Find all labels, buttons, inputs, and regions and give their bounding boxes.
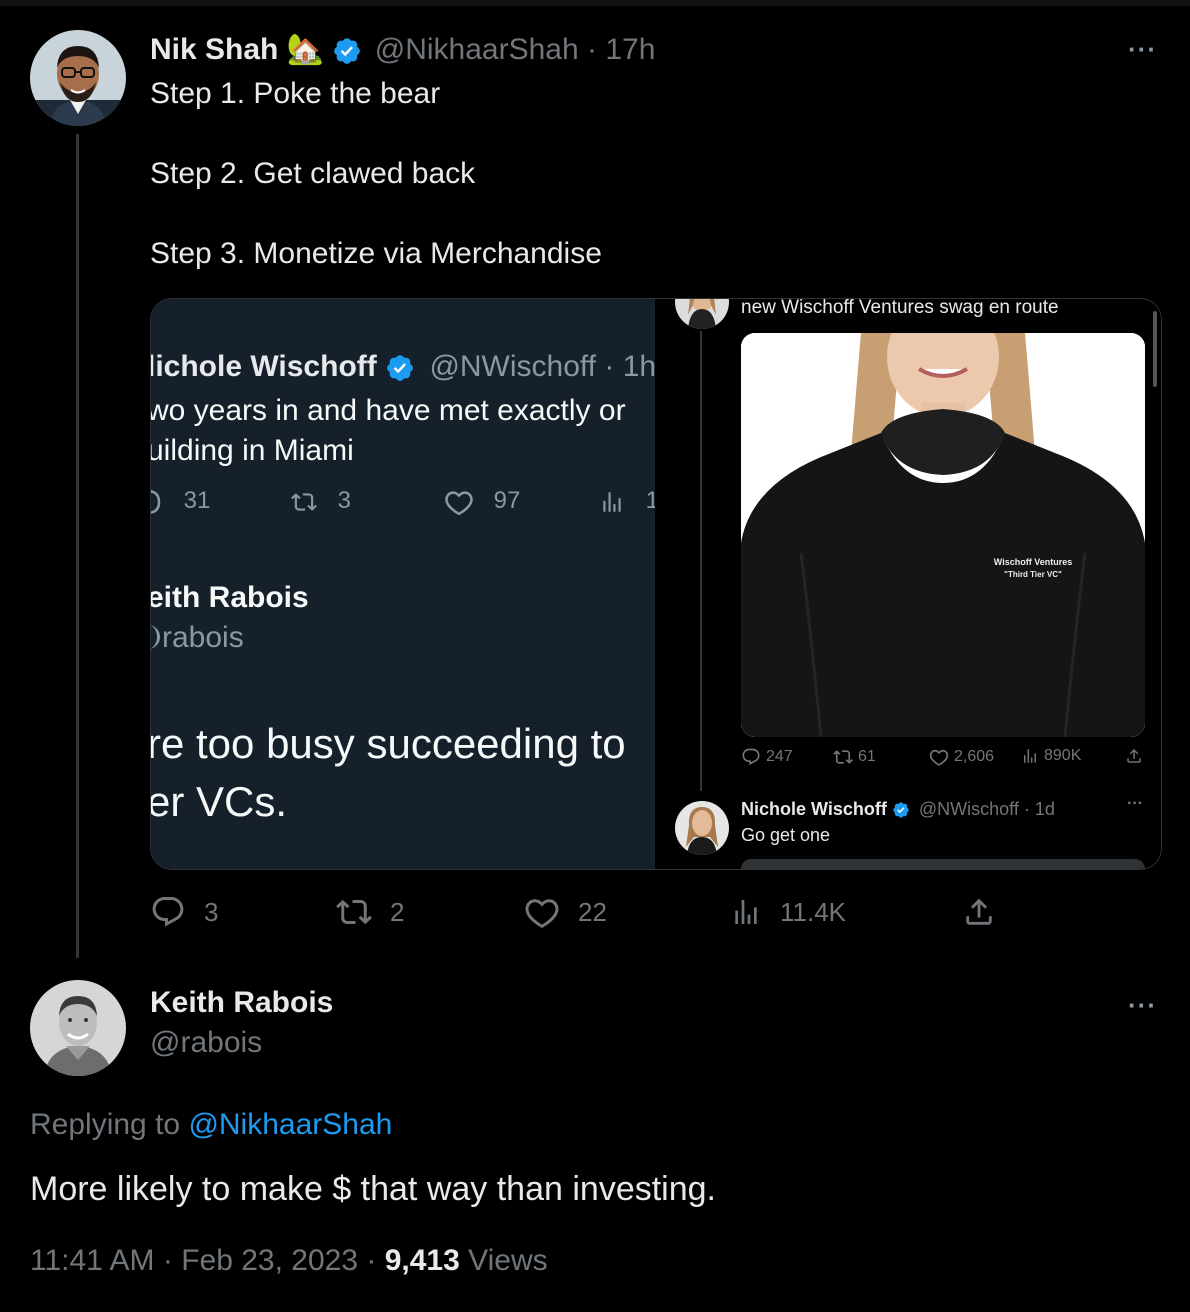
screenshot-text-line: uilding in Miami bbox=[151, 434, 354, 467]
screenshot-right-image: new Wischoff Ventures swag en route Wisc… bbox=[655, 299, 1161, 869]
screenshot-reply-author: eith Rabois bbox=[151, 581, 309, 614]
screenshot-thread-line bbox=[700, 331, 702, 791]
time-separator: · bbox=[587, 33, 598, 66]
screenshot-right-views-stat: 890K bbox=[1021, 747, 1081, 765]
heart-icon bbox=[445, 491, 473, 516]
views-icon bbox=[735, 900, 757, 924]
screenshot-author-handle: @NWischoff · 1h bbox=[429, 350, 655, 383]
tweet-text-line: Step 1. Poke the bear bbox=[150, 77, 441, 110]
screenshot-right-reply-text: Go get one bbox=[741, 825, 831, 845]
screenshot-more-icon: ··· bbox=[1127, 795, 1143, 812]
retweet-icon bbox=[336, 899, 372, 925]
screenshot-caption: new Wischoff Ventures swag en route bbox=[741, 299, 1059, 318]
nichole-avatar-small bbox=[675, 299, 729, 329]
reply-button[interactable]: 3 bbox=[150, 890, 218, 934]
views-count: 9,413 bbox=[384, 1244, 460, 1277]
parent-tweet-actions: 3 2 22 11.4K bbox=[150, 890, 1010, 934]
verified-badge-icon bbox=[387, 355, 413, 381]
views-count: 11.4K bbox=[780, 896, 847, 927]
screenshot-left-image: lichole Wischoff @NWischoff · 1h wo year… bbox=[151, 299, 655, 869]
replying-to: Replying to @NikhaarShah bbox=[30, 1108, 392, 1142]
screenshot-right-reply-header: Nichole Wischoff @NWischoff · 1d bbox=[741, 799, 1055, 820]
at-sign-fragment-icon bbox=[151, 625, 160, 649]
tweet-text-line: Step 2. Get clawed back bbox=[150, 157, 476, 190]
parent-tweet-header: Nik Shah 🏡 @NikhaarShah · 17h bbox=[150, 30, 655, 70]
reply-icon bbox=[742, 748, 760, 766]
shirt-print-line2: "Third Tier VC" bbox=[1004, 570, 1062, 579]
keith-rabois-avatar[interactable] bbox=[30, 980, 126, 1076]
reply-icon bbox=[151, 490, 161, 514]
main-tweet-text: More likely to make $ that way than inve… bbox=[30, 1170, 716, 1208]
screenshot-share-icon bbox=[1125, 747, 1143, 765]
screenshot-scrollbar bbox=[1153, 311, 1157, 387]
more-options-icon[interactable]: ··· bbox=[1128, 992, 1157, 1018]
views-icon bbox=[1024, 749, 1036, 763]
heart-icon bbox=[929, 749, 949, 766]
house-emoji-icon: 🏡 bbox=[286, 33, 325, 66]
verified-badge-icon bbox=[334, 38, 361, 64]
screenshot-quote-line: re too busy succeeding to bbox=[151, 720, 626, 767]
screenshot-author-name: lichole Wischoff bbox=[151, 350, 377, 383]
screenshot-tweet-text: wo years in and have met exactly or uild… bbox=[151, 391, 626, 471]
screenshot-tweet-header: lichole Wischoff @NWischoff · 1h bbox=[151, 347, 655, 387]
screenshot-right-retweet-stat: 61 bbox=[833, 747, 876, 767]
views-button[interactable]: 11.4K bbox=[730, 890, 846, 934]
screenshot-views-stat: 1 bbox=[599, 487, 655, 515]
author-handle[interactable]: @NikhaarShah bbox=[375, 33, 579, 66]
replying-handle-link[interactable]: @NikhaarShah bbox=[188, 1108, 392, 1141]
top-divider bbox=[0, 0, 1190, 6]
screenshot-reply-text: re too busy succeeding to er VCs. bbox=[151, 715, 626, 831]
tweet-meta: 11:41 AM · Feb 23, 2023 · 9,413 Views bbox=[30, 1244, 548, 1278]
nichole-avatar bbox=[675, 801, 729, 855]
verified-badge-icon bbox=[893, 802, 909, 818]
tweet-time[interactable]: 17h bbox=[605, 33, 655, 66]
thread-connector-line bbox=[76, 134, 79, 972]
views-icon bbox=[603, 491, 621, 512]
retweet-button[interactable]: 2 bbox=[336, 890, 404, 934]
screenshot-right-author-name: Nichole Wischoff bbox=[741, 799, 887, 819]
nik-shah-avatar[interactable] bbox=[30, 30, 126, 126]
meta-separator: · bbox=[366, 1244, 377, 1277]
main-author-name[interactable]: Keith Rabois bbox=[150, 986, 333, 1020]
tweet-time[interactable]: 11:41 AM bbox=[30, 1244, 155, 1277]
retweet-icon bbox=[833, 750, 853, 764]
heart-icon bbox=[525, 899, 559, 928]
screenshot-right-stats: 247 61 2,606 890K bbox=[741, 747, 1151, 773]
screenshot-right-author-handle: @NWischoff · 1d bbox=[918, 799, 1055, 819]
parent-tweet-text: Step 1. Poke the bear Step 2. Get clawed… bbox=[150, 74, 1050, 274]
screenshot-next-card-edge bbox=[741, 859, 1145, 869]
author-name[interactable]: Nik Shah bbox=[150, 33, 278, 66]
screenshot-right-like-stat: 2,606 bbox=[929, 747, 994, 767]
screenshot-reply-handle: rabois bbox=[151, 621, 244, 655]
screenshot-quote-line: er VCs. bbox=[151, 778, 288, 825]
views-label: Views bbox=[468, 1244, 548, 1277]
tweet-date[interactable]: Feb 23, 2023 bbox=[181, 1244, 358, 1277]
reply-icon bbox=[152, 897, 184, 927]
meta-separator: · bbox=[162, 1244, 173, 1277]
screenshot-like-stat: 97 bbox=[443, 487, 520, 517]
screenshot-text-line: wo years in and have met exactly or bbox=[151, 394, 626, 427]
tweet-media-card[interactable]: lichole Wischoff @NWischoff · 1h wo year… bbox=[150, 298, 1162, 870]
tweet-text-line: Step 3. Monetize via Merchandise bbox=[150, 237, 602, 270]
more-options-icon[interactable]: ··· bbox=[1128, 36, 1157, 62]
retweet-count: 2 bbox=[390, 896, 405, 927]
share-button[interactable] bbox=[962, 890, 996, 934]
shirt-print-line1: Wischoff Ventures bbox=[994, 557, 1072, 567]
screenshot-right-reply-stat: 247 bbox=[741, 747, 793, 767]
retweet-icon bbox=[291, 492, 317, 511]
screenshot-retweet-stat: 3 bbox=[287, 487, 351, 515]
reply-count: 3 bbox=[204, 896, 219, 927]
tweet-thread-view: Nik Shah 🏡 @NikhaarShah · 17h ··· Step 1… bbox=[0, 0, 1190, 1312]
replying-prefix: Replying to bbox=[30, 1108, 189, 1141]
like-count: 22 bbox=[578, 896, 607, 927]
hoodie-photo: Wischoff Ventures "Third Tier VC" bbox=[741, 333, 1145, 737]
share-icon bbox=[966, 898, 992, 925]
screenshot-reply-stat: 31 bbox=[151, 487, 210, 517]
like-button[interactable]: 22 bbox=[524, 890, 607, 934]
main-author-handle[interactable]: @rabois bbox=[150, 1026, 262, 1060]
